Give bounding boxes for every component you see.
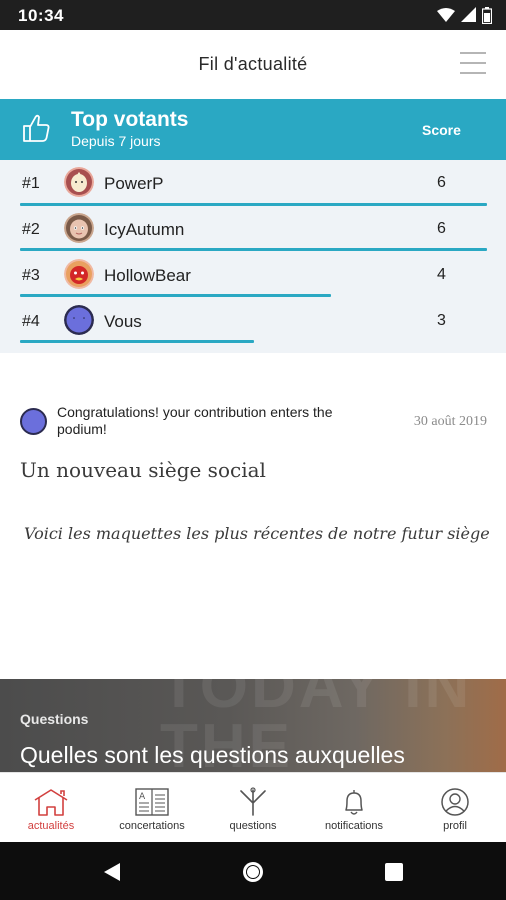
voter-rank: #2 [22,221,40,238]
voter-name: HollowBear [104,266,191,285]
voter-score-bar [20,340,254,343]
house-icon [34,789,68,816]
voter-avatar-icon [64,305,94,335]
status-time: 10:34 [18,6,64,25]
voter-row[interactable]: #3 HollowBear 4 [0,253,506,299]
feed-date: 30 août 2019 [413,414,487,429]
battery-icon [482,6,492,24]
voter-row[interactable]: #2 IcyAutumn 6 [0,207,506,253]
nav-item-actualites[interactable]: actualités [1,773,101,843]
nav-label: concertations [119,820,185,832]
voter-score: 4 [437,266,446,283]
thumbs-up-icon [23,114,50,142]
page-title: Fil d'actualité [198,54,308,74]
question-category: Questions [20,711,89,727]
recents-icon[interactable] [382,860,406,884]
score-column-header: Score [422,122,461,138]
voter-name: IcyAutumn [104,220,185,239]
cell-signal-icon [461,7,476,22]
voter-score: 6 [437,220,446,237]
nav-label: questions [229,820,277,832]
voter-score: 3 [437,312,446,329]
voter-score: 6 [437,174,446,191]
hamburger-menu-button[interactable] [460,52,486,74]
question-card[interactable]: TODAY IN THE Questions Quelles sont les … [0,679,506,772]
back-icon[interactable] [100,860,124,884]
voter-score-bar [20,203,487,206]
nav-item-concertations[interactable]: A concertations [102,773,202,843]
top-voters-subtitle: Depuis 7 jours [71,133,161,149]
top-voters-title: Top votants [71,108,189,131]
voter-avatar-icon [64,259,94,289]
nav-label: notifications [324,820,384,832]
nav-label: profil [443,820,467,832]
voter-name: Vous [104,312,142,331]
question-text: Quelles sont les questions auxquelles [20,742,405,768]
svg-text:A: A [139,792,146,802]
voter-avatar-icon [64,213,94,243]
menu-line-icon [460,72,486,74]
bottom-navigation: actualités A concertations questions not… [0,772,506,842]
wifi-icon [437,8,455,22]
nav-item-questions[interactable]: questions [203,773,303,843]
voter-avatar-icon [64,167,94,197]
nav-label: actualités [27,820,75,832]
nav-item-notifications[interactable]: notifications [304,773,404,843]
voter-score-bar [20,294,331,297]
voter-score-bar [20,248,487,251]
home-circle-icon[interactable] [241,860,265,884]
voter-row[interactable]: #1 PowerP 6 [0,161,506,207]
bell-icon [345,790,363,815]
voter-rank: #1 [22,175,40,192]
status-icons [437,6,492,24]
status-bar: 10:34 [0,0,506,30]
menu-line-icon [460,52,486,54]
nav-item-profil[interactable]: profil [405,773,505,843]
feed-title[interactable]: Un nouveau siège social [20,458,266,482]
user-icon [441,788,469,816]
voter-row[interactable]: #4 Vous 3 [0,299,506,345]
top-voters-card: Top votants Depuis 7 jours Score #1 Powe… [0,99,506,353]
app-header: Fil d'actualité [0,30,506,99]
feed-message: Congratulations! your contribution enter… [57,404,333,437]
system-navigation-bar [0,842,506,900]
feed-excerpt: Voici les maquettes les plus récentes de… [24,524,490,543]
top-voters-header: Top votants Depuis 7 jours Score [0,99,506,160]
feed-avatar [20,408,47,435]
voter-rank: #4 [22,313,40,330]
question-fork-icon [240,787,266,816]
newspaper-icon: A [135,788,169,816]
voter-name: PowerP [104,174,164,193]
menu-line-icon [460,62,486,64]
voter-rank: #3 [22,267,40,284]
